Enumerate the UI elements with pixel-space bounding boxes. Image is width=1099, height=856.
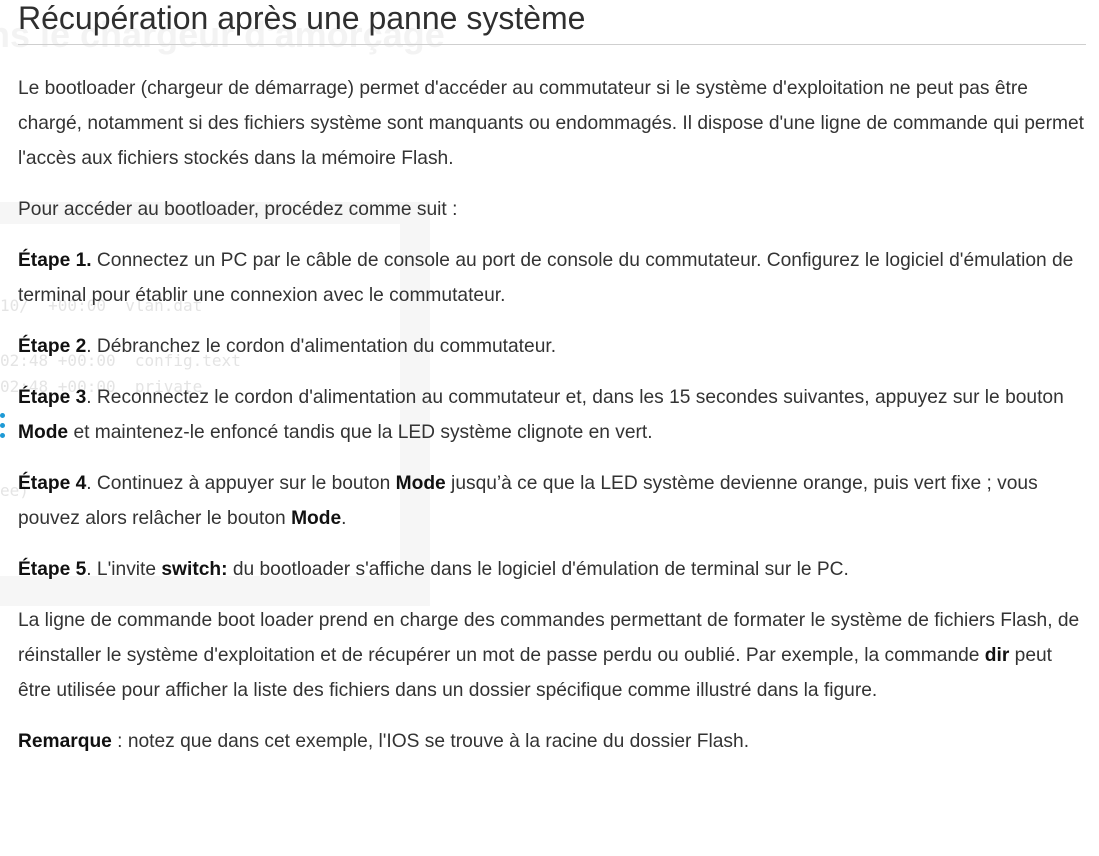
commands-paragraph: La ligne de commande boot loader prend e… (18, 603, 1086, 708)
step-label: Étape 2 (18, 336, 87, 357)
step-text: . Débranchez le cordon d'alimentation du… (86, 336, 557, 357)
step-3: Étape 3. Reconnectez le cordon d'aliment… (18, 380, 1086, 450)
step-2: Étape 2. Débranchez le cordon d'alimenta… (18, 329, 1086, 364)
step-5: Étape 5. L'invite switch: du bootloader … (18, 552, 1086, 587)
note-label: Remarque (18, 731, 112, 752)
mode-button-term: Mode (18, 422, 69, 443)
switch-prompt-term: switch: (161, 559, 228, 580)
mode-button-term: Mode (291, 508, 342, 529)
step-text: Connectez un PC par le câble de console … (18, 250, 1074, 306)
paragraph-text: La ligne de commande boot loader prend e… (18, 610, 1080, 666)
note-paragraph: Remarque : notez que dans cet exemple, l… (18, 724, 1086, 759)
dir-command-term: dir (984, 645, 1010, 666)
step-1: Étape 1. Connectez un PC par le câble de… (18, 243, 1086, 313)
note-text: : notez que dans cet exemple, l'IOS se t… (111, 731, 750, 752)
article-content: Récupération après une panne système Le … (18, 0, 1086, 775)
step-text: . L'invite (86, 559, 162, 580)
page-title: Récupération après une panne système (18, 0, 1086, 45)
intro-paragraph: Le bootloader (chargeur de démarrage) pe… (18, 78, 1084, 169)
step-text: . Continuez à appuyer sur le bouton (86, 473, 396, 494)
step-text: et maintenez-le enfoncé tandis que la LE… (68, 422, 653, 443)
step-text: . (341, 508, 347, 529)
step-text: . Reconnectez le cordon d'alimentation a… (86, 387, 1064, 408)
more-options-icon (0, 413, 6, 443)
access-lead-paragraph: Pour accéder au bootloader, procédez com… (18, 199, 458, 220)
step-label: Étape 3 (18, 387, 87, 408)
step-4: Étape 4. Continuez à appuyer sur le bout… (18, 466, 1086, 536)
step-label: Étape 4 (18, 473, 87, 494)
step-text: du bootloader s'affiche dans le logiciel… (227, 559, 849, 580)
step-label: Étape 1. (18, 250, 92, 271)
step-label: Étape 5 (18, 559, 87, 580)
mode-button-term: Mode (395, 473, 446, 494)
